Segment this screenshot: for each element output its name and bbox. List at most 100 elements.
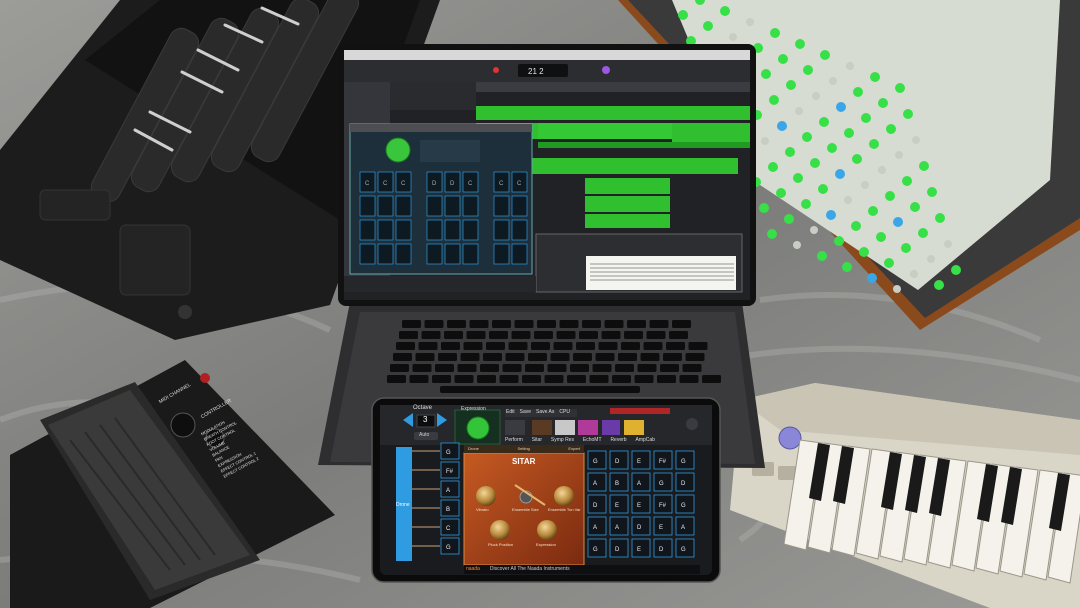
grid-pad — [951, 265, 961, 275]
grid-pad — [827, 143, 837, 153]
laptop-key — [615, 364, 634, 372]
footer-text[interactable]: Discover All The Naada Instruments — [490, 566, 570, 572]
laptop-key — [624, 331, 643, 339]
mini-pad — [462, 219, 479, 241]
mini-pad-label: D — [432, 181, 437, 187]
grid-pad — [868, 206, 878, 216]
laptop-key — [505, 353, 525, 361]
pluck-position-knob[interactable] — [490, 520, 510, 540]
laptop-key — [483, 353, 502, 361]
laptop-key — [528, 353, 547, 361]
laptop-key — [640, 353, 660, 361]
note-cell-label: E — [637, 459, 641, 465]
mini-pad — [426, 195, 443, 217]
laptop-key — [547, 364, 567, 372]
laptop-key — [663, 353, 682, 361]
knob-label-pluck-position: Pluck Position — [488, 542, 514, 547]
grid-pad — [834, 236, 844, 246]
laptop-key — [421, 331, 441, 339]
laptop-key — [556, 331, 576, 339]
footer-logo: naada — [466, 566, 480, 572]
mini-pad — [377, 195, 394, 217]
mini-pad — [511, 195, 528, 217]
grid-pad — [885, 191, 895, 201]
laptop-key — [634, 375, 654, 383]
grid-pad — [878, 98, 888, 108]
laptop-key — [466, 331, 486, 339]
laptop-key — [531, 342, 550, 350]
grid-pad — [793, 173, 803, 183]
ipad-auto-label[interactable]: Auto — [419, 432, 429, 438]
note-cell-label: D — [659, 547, 664, 553]
tab-reverb[interactable]: Reverb — [610, 437, 626, 443]
grid-pad — [935, 213, 945, 223]
laptop-key — [525, 364, 544, 372]
laptop-key — [582, 320, 601, 328]
laptop-key — [460, 353, 480, 361]
mini-pad — [395, 219, 412, 241]
mini-pad — [462, 243, 479, 265]
grid-pad — [810, 158, 820, 168]
laptop-key — [514, 320, 534, 328]
laptop-key — [486, 342, 505, 350]
grid-pad — [793, 241, 801, 249]
drone-label: Drone — [396, 502, 410, 508]
note-cell-label: F# — [659, 503, 667, 509]
laptop-key — [666, 342, 685, 350]
grid-pad — [910, 202, 920, 212]
vibrato-knob[interactable] — [476, 486, 496, 506]
tab-echomt[interactable]: EchoMT — [583, 437, 602, 443]
grid-pad — [818, 184, 828, 194]
panel-tab-setting[interactable]: Setting — [517, 446, 529, 451]
laptop-key — [643, 342, 663, 350]
tab-sitar[interactable]: Sitar — [532, 437, 542, 443]
tab-symp-res[interactable]: Symp Res — [551, 437, 574, 443]
laptop-key — [511, 331, 531, 339]
laptop-key — [553, 342, 573, 350]
laptop-key — [492, 320, 511, 328]
grid-pad — [859, 247, 869, 257]
note-cell-label: G — [681, 503, 686, 509]
grid-pad — [729, 33, 737, 41]
grid-pad — [802, 132, 812, 142]
menu-edit[interactable]: Edit — [506, 409, 515, 415]
mini-pad — [359, 243, 376, 265]
menu-cpu[interactable]: CPU — [559, 409, 570, 415]
laptop-key — [438, 353, 457, 361]
expression-knob[interactable] — [537, 520, 557, 540]
panel-tab-drone[interactable]: Drone — [468, 446, 479, 451]
ipad-octave-value[interactable]: 3 — [423, 415, 427, 424]
laptop-key — [646, 331, 666, 339]
panel-tab-expert[interactable]: Expert — [568, 446, 580, 451]
laptop-key — [469, 320, 489, 328]
mini-pad — [444, 243, 461, 265]
laptop-key — [499, 375, 519, 383]
grid-pad — [912, 136, 920, 144]
laptop-key — [579, 331, 598, 339]
laptop-key — [679, 375, 699, 383]
ipad-instrument-tabs: Perform Sitar Symp Res EchoMT Reverb Amp… — [505, 437, 655, 443]
grid-pad — [767, 229, 777, 239]
note-cell-label: G — [681, 547, 686, 553]
laptop-key — [612, 375, 631, 383]
mini-pad-label: C — [365, 181, 370, 187]
tab-ampcab[interactable]: AmpCab — [635, 437, 654, 443]
laptop-key — [688, 342, 708, 350]
sitar-title: SITAR — [512, 457, 536, 466]
tab-perform[interactable]: Perform — [505, 437, 523, 443]
note-cell-label: G — [446, 545, 451, 551]
laptop-key — [618, 353, 637, 361]
laptop-key — [672, 320, 691, 328]
laptop-key — [502, 364, 522, 372]
menu-save[interactable]: Save — [520, 409, 531, 415]
note-cell-label: B — [615, 481, 619, 487]
laptop-key — [649, 320, 669, 328]
laptop-key — [508, 342, 528, 350]
menu-save-as[interactable]: Save As — [536, 409, 554, 415]
ipad-footer: naada Discover All The Naada Instruments — [466, 566, 570, 572]
note-cell-label: D — [615, 459, 620, 465]
ensemble-tun-var-knob[interactable] — [554, 486, 574, 506]
grid-pad — [812, 92, 820, 100]
mini-pad — [462, 195, 479, 217]
note-cell-label: E — [615, 503, 619, 509]
